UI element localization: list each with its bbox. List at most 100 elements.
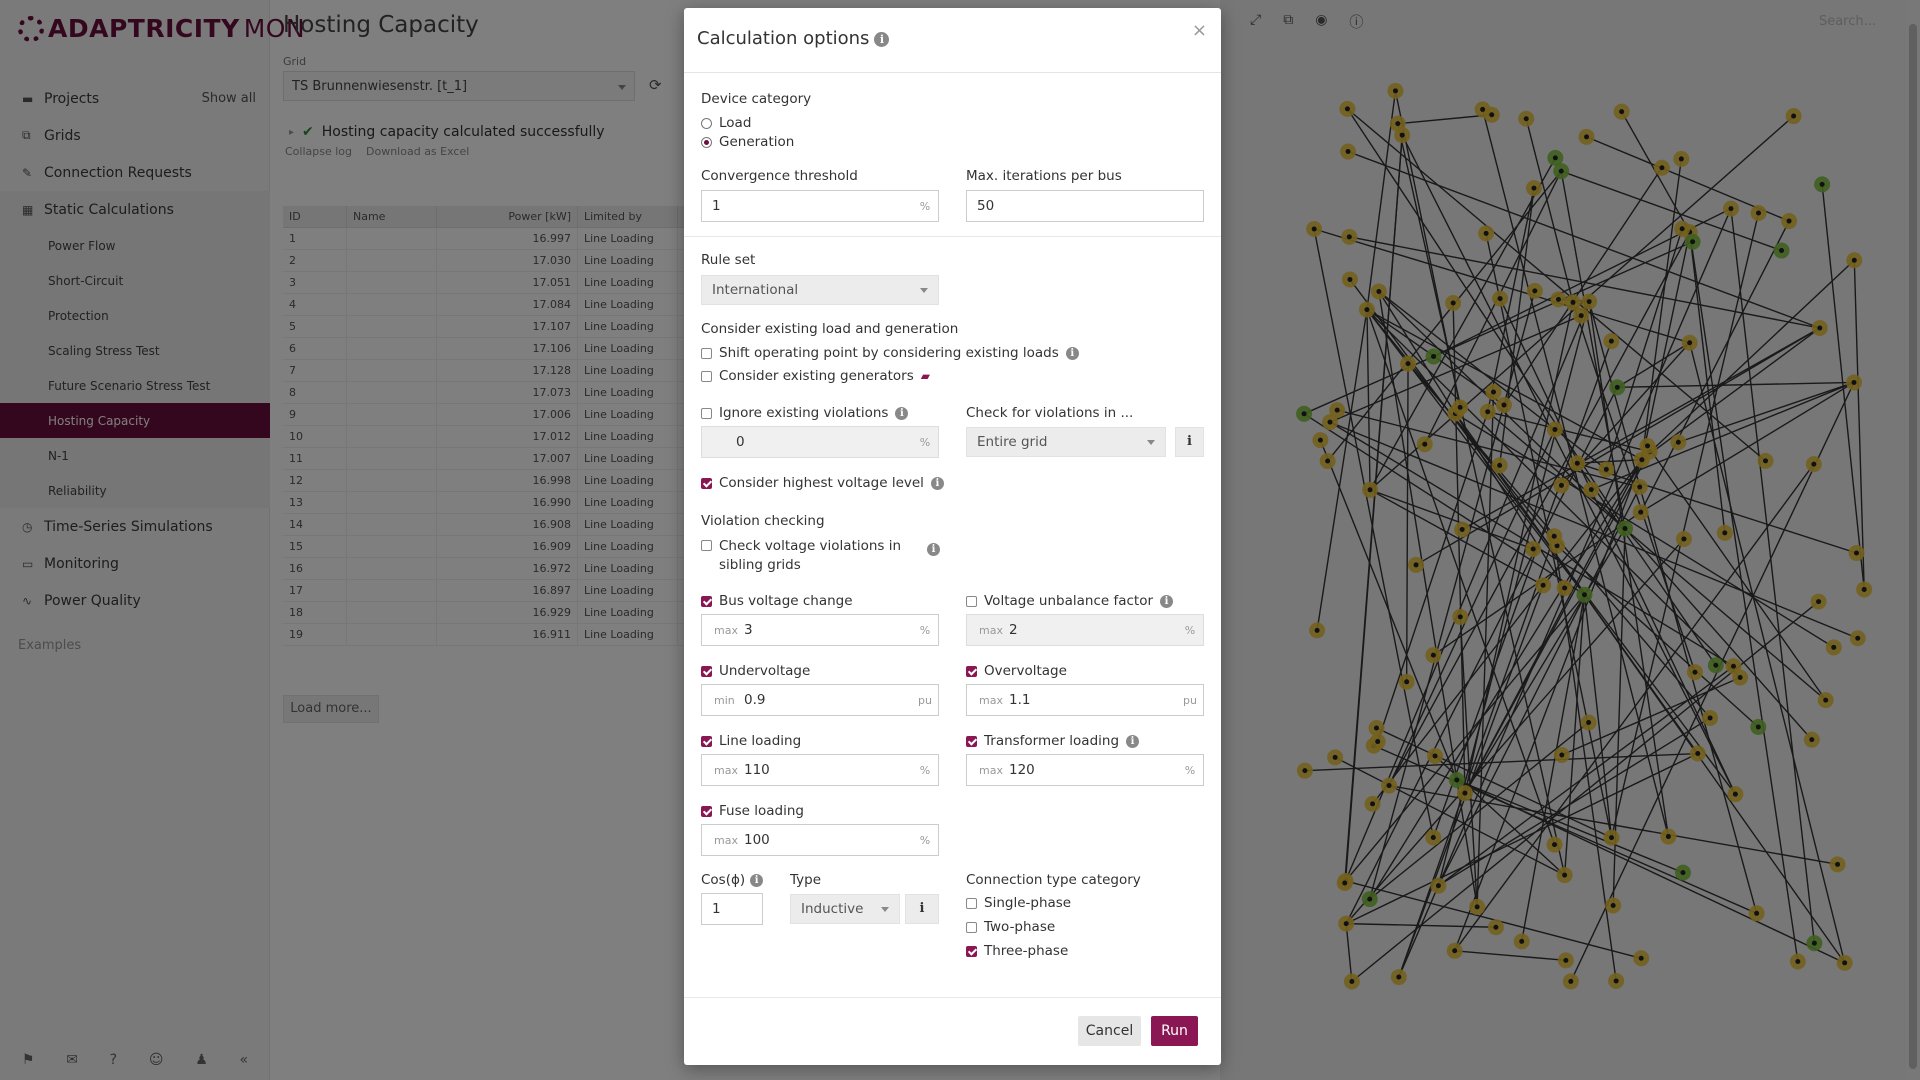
checkbox-label: Check voltage violations in sibling grids <box>719 537 901 575</box>
select-value: Inductive <box>801 901 864 917</box>
type-info-button[interactable]: i <box>905 894 939 924</box>
checkbox-label: Consider highest voltage level <box>719 475 924 491</box>
info-icon[interactable]: i <box>1065 346 1079 360</box>
input-value: 0 <box>736 434 745 450</box>
info-icon[interactable]: i <box>750 873 764 887</box>
max-iterations-input[interactable]: 50 <box>966 190 1204 222</box>
checkbox-box-checked[interactable] <box>701 735 712 747</box>
checkbox-box-checked[interactable] <box>966 945 977 957</box>
cos-phi-input[interactable]: 1 <box>701 893 763 925</box>
checkbox-box-checked[interactable] <box>966 735 977 747</box>
info-icon[interactable]: i <box>895 406 909 420</box>
voltage-unbalance-input[interactable]: max 2% <box>966 614 1204 646</box>
connection-type-label: Connection type category <box>966 872 1141 888</box>
info-icon[interactable]: i <box>1160 594 1174 608</box>
violation-checking-label: Violation checking <box>701 513 825 529</box>
checkbox-label: Transformer loading <box>984 733 1120 749</box>
checkbox-label: Consider existing generators <box>719 368 914 384</box>
highest-voltage-checkbox[interactable]: Consider highest voltage level i <box>701 475 944 491</box>
chevron-down-icon <box>1147 439 1155 445</box>
overvoltage-input[interactable]: max 1.1 pu <box>966 684 1204 716</box>
input-value: 2 <box>1009 622 1018 638</box>
overvoltage-checkbox[interactable]: Overvoltage <box>966 663 1067 679</box>
close-icon[interactable]: × <box>1192 20 1207 41</box>
ignore-violations-checkbox[interactable]: Ignore existing violations i <box>701 405 909 421</box>
input-unit: pu <box>1183 693 1197 707</box>
rule-set-select[interactable]: International <box>701 275 939 305</box>
info-icon[interactable]: i <box>1126 734 1140 748</box>
input-prefix: max <box>979 763 1003 777</box>
checkbox-box-checked[interactable] <box>701 665 712 677</box>
input-unit: % <box>919 435 931 449</box>
checkbox-label: Single-phase <box>984 895 1072 911</box>
divider <box>684 236 1221 237</box>
info-icon[interactable]: i <box>927 543 940 556</box>
input-prefix: max <box>714 763 738 777</box>
checkbox-label: Line loading <box>719 733 802 749</box>
undervoltage-checkbox[interactable]: Undervoltage <box>701 663 810 679</box>
info-icon[interactable]: i <box>874 31 890 47</box>
bus-voltage-change-checkbox[interactable]: Bus voltage change <box>701 593 853 609</box>
input-unit: % <box>1184 623 1196 637</box>
input-value: 100 <box>744 832 770 848</box>
bus-voltage-change-input[interactable]: max 3% <box>701 614 939 646</box>
checkbox-box[interactable] <box>966 595 977 607</box>
info-icon[interactable]: i <box>930 476 944 490</box>
check-violations-info-button[interactable]: i <box>1175 427 1204 457</box>
book-icon[interactable]: ▰ <box>921 369 930 383</box>
chevron-down-icon <box>881 906 889 912</box>
radio-generation[interactable]: Generation <box>701 134 794 150</box>
checkbox-box[interactable] <box>701 347 712 359</box>
input-unit: % <box>919 833 931 847</box>
sibling-grids-checkbox[interactable]: Check voltage violations in sibling grids <box>701 537 901 575</box>
checkbox-box-checked[interactable] <box>701 477 712 489</box>
input-value: 50 <box>977 198 995 214</box>
modal-title-text: Calculation options <box>697 28 870 49</box>
input-unit: % <box>919 763 931 777</box>
voltage-unbalance-checkbox[interactable]: Voltage unbalance factor i <box>966 593 1174 609</box>
checkbox-box-checked[interactable] <box>701 595 712 607</box>
two-phase-checkbox[interactable]: Two-phase <box>966 919 1055 935</box>
checkbox-label: Ignore existing violations <box>719 405 889 421</box>
cancel-button[interactable]: Cancel <box>1078 1016 1141 1046</box>
radio-label: Load <box>719 115 752 131</box>
check-violations-select[interactable]: Entire grid <box>966 427 1166 457</box>
checkbox-box[interactable] <box>701 407 712 419</box>
checkbox-box[interactable] <box>966 897 977 909</box>
checkbox-box-checked[interactable] <box>701 805 712 817</box>
cos-phi-label-text: Cos(ϕ) <box>701 872 746 888</box>
radio-circle[interactable] <box>701 117 712 129</box>
check-violations-label: Check for violations in ... <box>966 405 1134 421</box>
line-loading-checkbox[interactable]: Line loading <box>701 733 801 749</box>
input-value: 3 <box>744 622 753 638</box>
type-label: Type <box>790 872 822 888</box>
single-phase-checkbox[interactable]: Single-phase <box>966 895 1071 911</box>
checkbox-label-line-2: sibling grids <box>719 557 801 573</box>
type-select[interactable]: Inductive <box>790 894 900 924</box>
run-button[interactable]: Run <box>1151 1016 1198 1046</box>
checkbox-label: Bus voltage change <box>719 593 853 609</box>
shift-operating-point-checkbox[interactable]: Shift operating point by considering exi… <box>701 345 1079 361</box>
convergence-input[interactable]: 1% <box>701 190 939 222</box>
fuse-loading-checkbox[interactable]: Fuse loading <box>701 803 804 819</box>
checkbox-label: Voltage unbalance factor <box>984 593 1154 609</box>
transformer-loading-input[interactable]: max 120% <box>966 754 1204 786</box>
checkbox-box[interactable] <box>701 370 712 382</box>
radio-circle-selected[interactable] <box>701 136 712 148</box>
line-loading-input[interactable]: max 110% <box>701 754 939 786</box>
input-unit: pu <box>918 693 932 707</box>
input-unit: % <box>1184 763 1196 777</box>
checkbox-box[interactable] <box>701 540 712 551</box>
consider-generators-checkbox[interactable]: Consider existing generators ▰ <box>701 368 930 384</box>
checkbox-box[interactable] <box>966 921 977 933</box>
undervoltage-input[interactable]: min 0.9 pu <box>701 684 939 716</box>
three-phase-checkbox[interactable]: Three-phase <box>966 943 1068 959</box>
radio-label: Generation <box>719 134 795 150</box>
fuse-loading-input[interactable]: max 100% <box>701 824 939 856</box>
cos-phi-label: Cos(ϕ) i <box>701 872 764 888</box>
transformer-loading-checkbox[interactable]: Transformer loading i <box>966 733 1140 749</box>
checkbox-box-checked[interactable] <box>966 665 977 677</box>
ignore-violations-input[interactable]: 0% <box>701 426 939 458</box>
rule-set-label: Rule set <box>701 252 756 268</box>
radio-load[interactable]: Load <box>701 115 751 131</box>
